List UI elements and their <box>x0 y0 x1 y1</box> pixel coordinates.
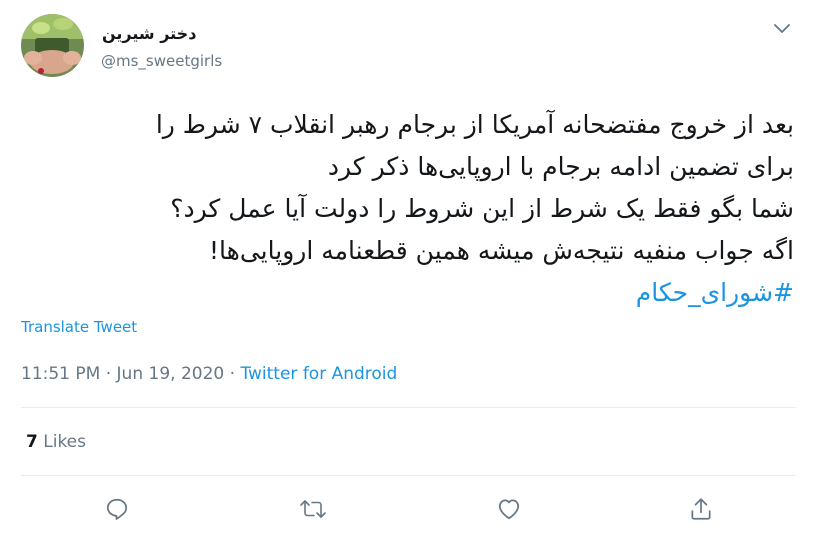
tweet-time[interactable]: 11:51 PM <box>21 364 100 384</box>
avatar[interactable] <box>21 14 84 77</box>
translate-tweet-link[interactable]: Translate Tweet <box>21 318 137 336</box>
tweet-line: برای تضمین ادامه برجام با اروپایی‌ها ذکر… <box>327 152 794 181</box>
tweet-text: بعد از خروج مفتضحانه آمریکا از برجام رهب… <box>19 104 794 314</box>
divider <box>21 475 796 476</box>
share-icon[interactable] <box>686 494 716 524</box>
tweet-line: بعد از خروج مفتضحانه آمریکا از برجام رهب… <box>155 110 794 139</box>
reply-icon[interactable] <box>102 494 132 524</box>
meta-separator: · <box>100 364 117 384</box>
retweet-icon[interactable] <box>298 494 328 524</box>
like-icon[interactable] <box>494 494 524 524</box>
display-name[interactable]: دختر شیرین <box>102 24 196 43</box>
tweet-line: اگه جواب منفیه نتیجه‌ش میشه همین قطعنامه… <box>209 236 794 265</box>
tweet-meta: 11:51 PM · Jun 19, 2020 · Twitter for An… <box>21 364 397 384</box>
user-handle[interactable]: @ms_sweetgirls <box>101 52 222 70</box>
meta-separator: · <box>224 364 241 384</box>
tweet-source-link[interactable]: Twitter for Android <box>240 364 397 384</box>
divider <box>21 407 796 408</box>
likes-count[interactable]: 7 Likes <box>26 432 86 452</box>
tweet-line: شما بگو فقط یک شرط از این شروط را دولت آ… <box>170 194 794 223</box>
tweet-date[interactable]: Jun 19, 2020 <box>117 364 225 384</box>
likes-number: 7 <box>26 432 38 452</box>
likes-label: Likes <box>37 432 86 452</box>
hashtag-link[interactable]: #شورای_حکام <box>19 272 794 314</box>
chevron-down-icon[interactable] <box>770 20 794 38</box>
